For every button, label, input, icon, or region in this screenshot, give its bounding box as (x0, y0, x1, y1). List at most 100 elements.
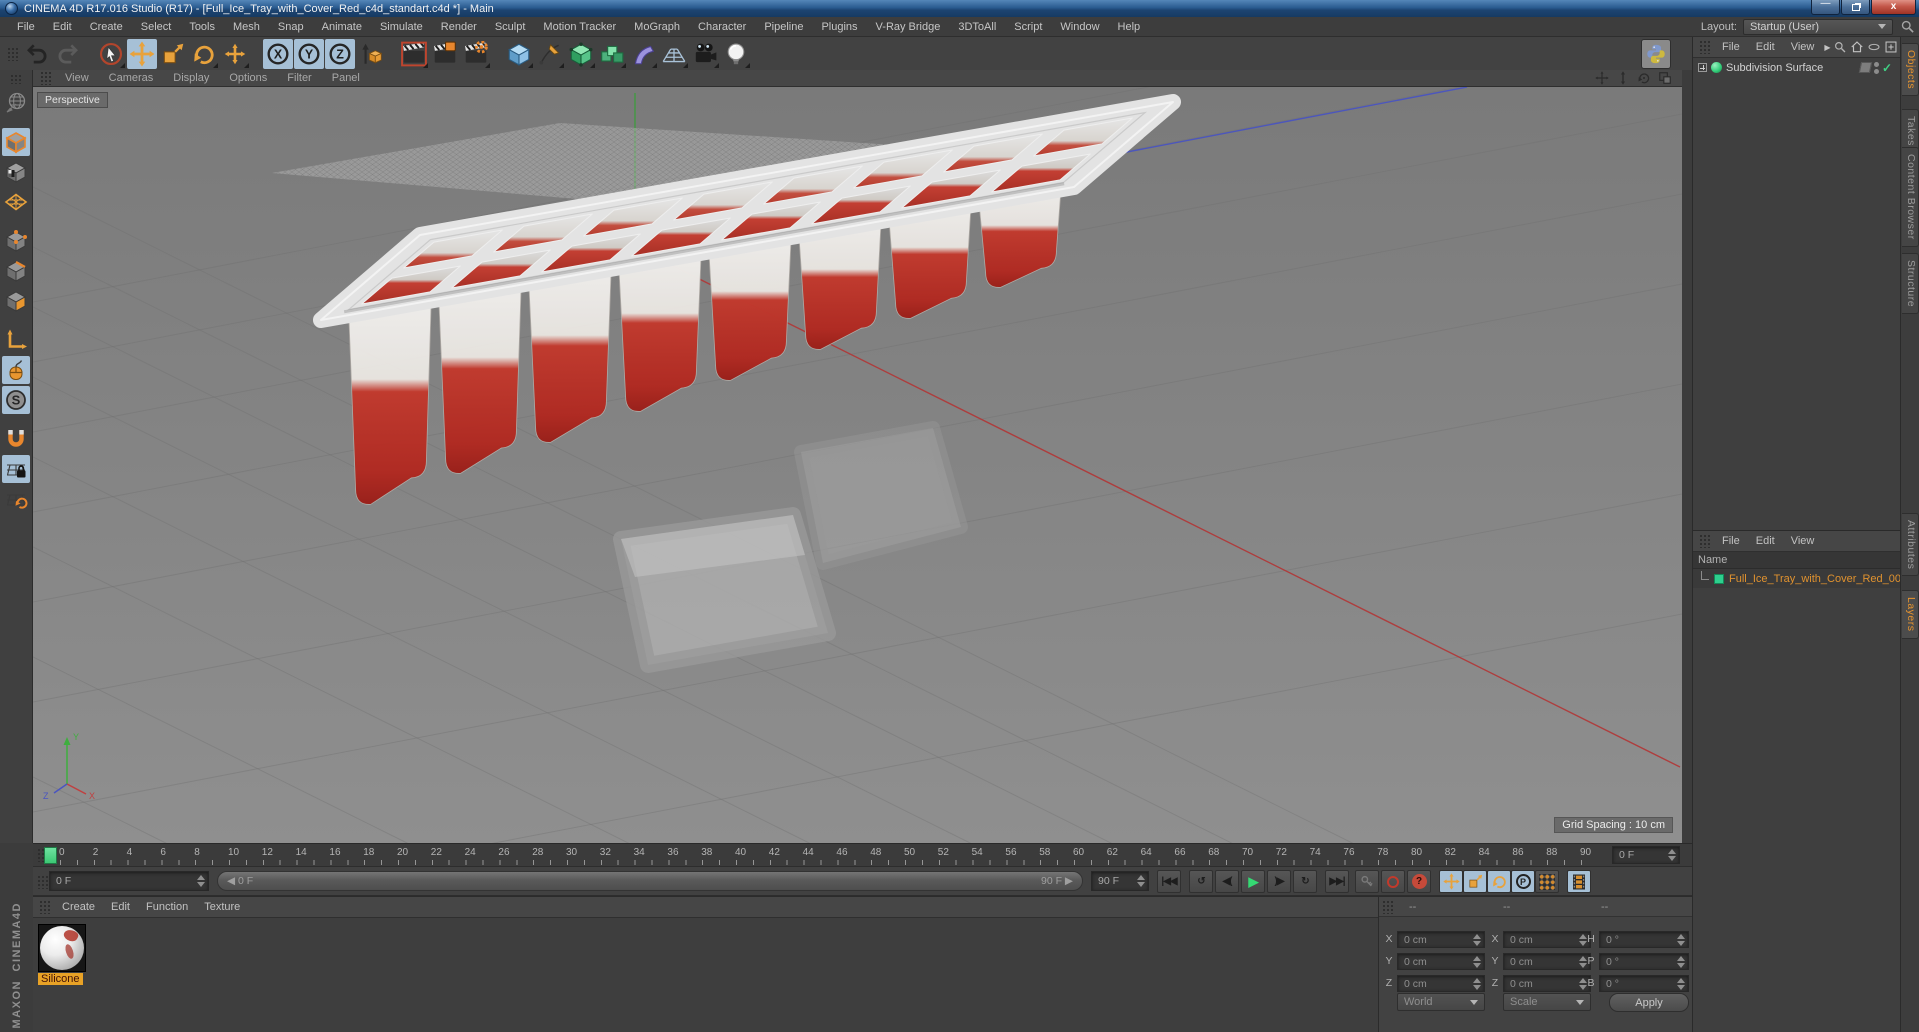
minimize-button[interactable]: — (1811, 0, 1840, 15)
timeline-frame-72[interactable]: 72 (1276, 847, 1287, 858)
stepper-icon[interactable] (1137, 875, 1145, 887)
timeline-frame-66[interactable]: 66 (1174, 847, 1185, 858)
timeline-frame-46[interactable]: 46 (836, 847, 847, 858)
menu-item-cameras[interactable]: Cameras (99, 71, 164, 85)
timeline-frame-54[interactable]: 54 (972, 847, 983, 858)
menu-item-animate[interactable]: Animate (313, 19, 371, 35)
viewport-grip[interactable] (40, 71, 52, 85)
timeline-playhead[interactable] (44, 847, 57, 864)
timeline-frame-32[interactable]: 32 (600, 847, 611, 858)
make-editable-button[interactable] (2, 89, 30, 117)
render-settings-button[interactable] (461, 39, 491, 69)
scale-mode-dropdown[interactable]: Scale (1503, 993, 1591, 1011)
menu-item-select[interactable]: Select (132, 19, 181, 35)
menu-item-mograph[interactable]: MoGraph (625, 19, 689, 35)
tab-content-browser[interactable]: Content Browser (1902, 147, 1919, 247)
menu-item-simulate[interactable]: Simulate (371, 19, 432, 35)
timeline-frame-82[interactable]: 82 (1445, 847, 1456, 858)
object-row-subdivision-surface[interactable]: Subdivision Surface ✓ (1693, 58, 1900, 77)
range-end-field[interactable]: 90 F (1091, 871, 1149, 891)
search-icon[interactable] (1900, 19, 1915, 34)
menu-item-file[interactable]: File (1714, 40, 1748, 54)
menu-item-script[interactable]: Script (1005, 19, 1051, 35)
timeline-frame-16[interactable]: 16 (329, 847, 340, 858)
tab-layers[interactable]: Layers (1902, 590, 1919, 639)
orbit-view-icon[interactable] (1637, 71, 1651, 85)
menu-item-pipeline[interactable]: Pipeline (755, 19, 812, 35)
polygons-mode-button[interactable] (2, 287, 30, 315)
workplane-mode-button[interactable] (2, 188, 30, 216)
menu-item-character[interactable]: Character (689, 19, 755, 35)
coord-field-z-scale[interactable]: 0 cm (1503, 975, 1591, 992)
timeline-frame-60[interactable]: 60 (1073, 847, 1084, 858)
object-manager-grip[interactable] (1699, 40, 1711, 54)
layout-dropdown[interactable]: Startup (User) (1743, 18, 1893, 35)
transport-keyframe-position-button[interactable] (1439, 870, 1463, 893)
pan-view-icon[interactable] (1595, 71, 1609, 85)
close-button[interactable]: x (1871, 0, 1916, 15)
timeline-frame-44[interactable]: 44 (803, 847, 814, 858)
layer-toggle-icon[interactable] (1858, 62, 1873, 73)
add-light-button[interactable] (721, 39, 751, 69)
menu-item-display[interactable]: Display (163, 71, 219, 85)
toolbar-grip[interactable] (7, 46, 19, 61)
axis-mode-button[interactable] (2, 326, 30, 354)
subdivision-surface-object-icon[interactable] (1711, 62, 1722, 73)
coord-field-x-scale[interactable]: 0 cm (1503, 931, 1591, 948)
menu-item-plugins[interactable]: Plugins (812, 19, 866, 35)
menu-item-motion-tracker[interactable]: Motion Tracker (534, 19, 625, 35)
timeline-frame-0[interactable]: 0 (59, 847, 65, 858)
timeline-frame-86[interactable]: 86 (1512, 847, 1523, 858)
timeline-frame-30[interactable]: 30 (566, 847, 577, 858)
coord-field-y-pos[interactable]: 0 cm (1397, 953, 1485, 970)
timeline-frame-24[interactable]: 24 (465, 847, 476, 858)
timeline-frame-48[interactable]: 48 (870, 847, 881, 858)
transport-keyframe-rotation-button[interactable] (1487, 870, 1511, 893)
tab-attributes[interactable]: Attributes (1902, 513, 1919, 577)
transport-keyframe-pla-button[interactable] (1535, 870, 1559, 893)
menu-item-help[interactable]: Help (1109, 19, 1150, 35)
menu-item-file[interactable]: File (8, 19, 44, 35)
timeline-frame-70[interactable]: 70 (1242, 847, 1253, 858)
material-preview-sphere[interactable] (38, 924, 86, 972)
more-menus-icon[interactable]: ▶ (1822, 43, 1832, 52)
menu-item-tools[interactable]: Tools (180, 19, 224, 35)
rotate-button[interactable] (189, 39, 219, 69)
move-button[interactable] (127, 38, 157, 69)
coordinates-grip[interactable] (1382, 899, 1394, 914)
material-grip[interactable] (39, 900, 51, 914)
add-subdivision-button[interactable] (566, 39, 596, 69)
timeline-frame-68[interactable]: 68 (1208, 847, 1219, 858)
home-icon[interactable] (1850, 40, 1864, 54)
scale-button[interactable] (158, 39, 188, 69)
menu-item-window[interactable]: Window (1051, 19, 1108, 35)
coord-field-z-pos[interactable]: 0 cm (1397, 975, 1485, 992)
layer-manager-grip[interactable] (1699, 534, 1711, 548)
add-cube-button[interactable] (504, 39, 534, 69)
python-console-button[interactable] (1641, 39, 1671, 69)
coord-field-h-rot[interactable]: 0 ° (1599, 931, 1689, 948)
timeline-frame-38[interactable]: 38 (701, 847, 712, 858)
timeline-frame-62[interactable]: 62 (1107, 847, 1118, 858)
lock-z-button[interactable]: Z (325, 38, 355, 69)
timeline-frame-22[interactable]: 22 (431, 847, 442, 858)
mode-toolbar-grip[interactable] (10, 74, 22, 84)
tab-objects[interactable]: Objects (1902, 43, 1919, 97)
timeline-frame-50[interactable]: 50 (904, 847, 915, 858)
tweak-mode-button[interactable] (2, 356, 30, 384)
lock-y-button[interactable]: Y (294, 38, 324, 69)
menu-item-edit[interactable]: Edit (1748, 40, 1783, 54)
timeline-frame-10[interactable]: 10 (228, 847, 239, 858)
menu-item-edit[interactable]: Edit (103, 900, 138, 914)
stepper-icon[interactable] (1473, 977, 1481, 990)
timeline-frame-42[interactable]: 42 (769, 847, 780, 858)
layer-color-icon[interactable] (1714, 573, 1724, 584)
timeline-frame-34[interactable]: 34 (634, 847, 645, 858)
transport-next-frame-button[interactable]: )▶ (1267, 870, 1291, 893)
transport-keyframe-selection-help-button[interactable]: ? (1407, 870, 1431, 893)
transport-autokeying-button[interactable] (1381, 870, 1405, 893)
view-label[interactable]: Perspective (37, 92, 108, 108)
transport-record-keyframe-button[interactable] (1355, 870, 1379, 893)
stepper-icon[interactable] (1473, 933, 1481, 946)
maximize-button[interactable] (1841, 0, 1870, 15)
